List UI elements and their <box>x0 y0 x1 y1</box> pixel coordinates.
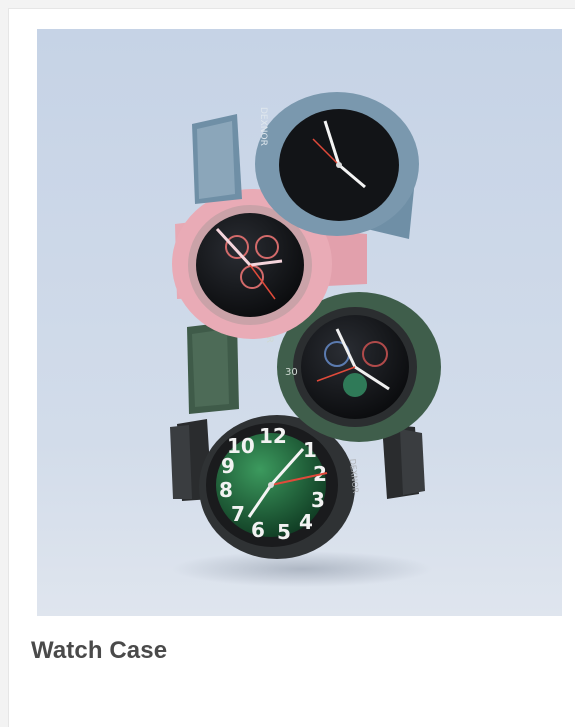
product-card[interactable]: 12 1 2 3 4 5 6 7 8 9 10 DEXNOR 30 DEXNOR… <box>8 8 575 727</box>
svg-text:1: 1 <box>303 438 317 462</box>
svg-text:12: 12 <box>259 424 287 448</box>
svg-text:7: 7 <box>231 502 245 526</box>
product-image[interactable]: 12 1 2 3 4 5 6 7 8 9 10 DEXNOR 30 DEXNOR <box>37 29 562 616</box>
watch-stack-illustration: 12 1 2 3 4 5 6 7 8 9 10 DEXNOR 30 DEXNOR <box>37 29 562 616</box>
svg-text:5: 5 <box>277 520 291 544</box>
bezel-number-30: 30 <box>285 367 298 378</box>
svg-text:10: 10 <box>227 434 255 458</box>
brand-engraving-blue: DEXNOR <box>258 107 268 146</box>
svg-text:8: 8 <box>219 478 233 502</box>
svg-text:6: 6 <box>251 518 265 542</box>
product-title[interactable]: Watch Case <box>31 637 167 665</box>
svg-text:3: 3 <box>311 488 325 512</box>
floor-shadow <box>172 551 432 587</box>
svg-text:4: 4 <box>299 510 313 534</box>
